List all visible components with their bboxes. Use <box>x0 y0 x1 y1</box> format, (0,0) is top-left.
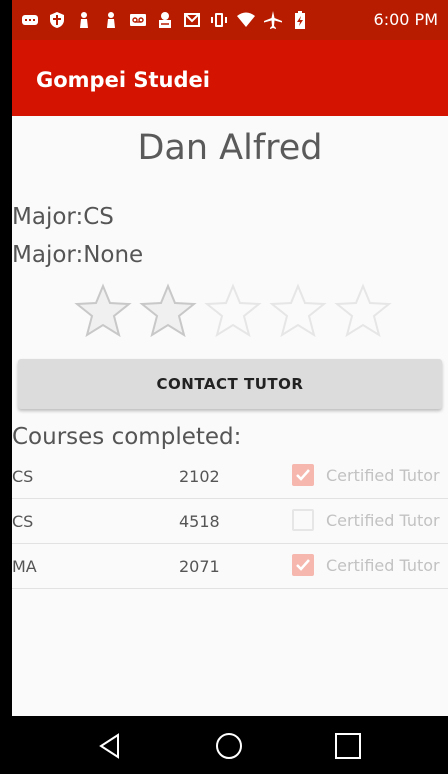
status-icons <box>20 10 310 30</box>
sim-icon <box>159 12 171 28</box>
status-time: 6:00 PM <box>373 10 438 29</box>
star-icon[interactable] <box>334 283 392 339</box>
star-icon[interactable] <box>204 283 262 339</box>
status-bar: 6:00 PM <box>12 0 448 40</box>
course-row: CS 2102 Certified Tutor <box>12 454 448 499</box>
wifi-icon <box>237 12 255 27</box>
course-dept: CS <box>12 467 34 486</box>
gmail-icon <box>184 13 200 27</box>
certified-tutor-label: Certified Tutor <box>326 556 440 575</box>
airplane-icon <box>264 11 282 29</box>
course-number: 4518 <box>179 512 220 531</box>
message-icon <box>22 15 38 25</box>
certified-tutor-label: Certified Tutor <box>326 466 440 485</box>
certified-checkbox[interactable] <box>292 509 314 531</box>
person-icon <box>80 12 88 28</box>
certified-checkbox[interactable] <box>292 464 314 486</box>
person-icon <box>107 12 115 28</box>
rating-bar[interactable] <box>74 283 392 339</box>
second-major-label: Major:None <box>12 242 144 268</box>
star-icon[interactable] <box>139 283 197 339</box>
course-list: CS 2102 Certified Tutor CS 4518 Certifie… <box>12 454 448 589</box>
star-icon[interactable] <box>269 283 327 339</box>
course-dept: CS <box>12 512 34 531</box>
contact-tutor-button[interactable]: CONTACT TUTOR <box>18 359 442 409</box>
vibrate-icon <box>211 13 227 27</box>
app-bar: Gompei Studei <box>12 40 448 116</box>
course-number: 2071 <box>179 557 220 576</box>
navigation-bar <box>12 716 448 774</box>
course-row: CS 4518 Certified Tutor <box>12 499 448 544</box>
course-dept: MA <box>12 557 37 576</box>
certified-checkbox[interactable] <box>292 554 314 576</box>
recents-icon[interactable] <box>332 730 364 762</box>
courses-heading: Courses completed: <box>12 424 242 450</box>
app-screen: 6:00 PM Gompei Studei Dan Alfred Major:C… <box>12 0 448 774</box>
major-label: Major:CS <box>12 204 114 230</box>
app-title: Gompei Studei <box>36 68 210 92</box>
battery-charging-icon <box>295 11 305 29</box>
back-icon[interactable] <box>94 730 126 762</box>
star-icon[interactable] <box>74 283 132 339</box>
voicemail-icon <box>130 14 146 26</box>
home-icon[interactable] <box>213 730 245 762</box>
certified-tutor-label: Certified Tutor <box>326 511 440 530</box>
tutor-name: Dan Alfred <box>137 128 323 168</box>
shield-icon <box>50 12 64 28</box>
course-number: 2102 <box>179 467 220 486</box>
course-row: MA 2071 Certified Tutor <box>12 544 448 589</box>
